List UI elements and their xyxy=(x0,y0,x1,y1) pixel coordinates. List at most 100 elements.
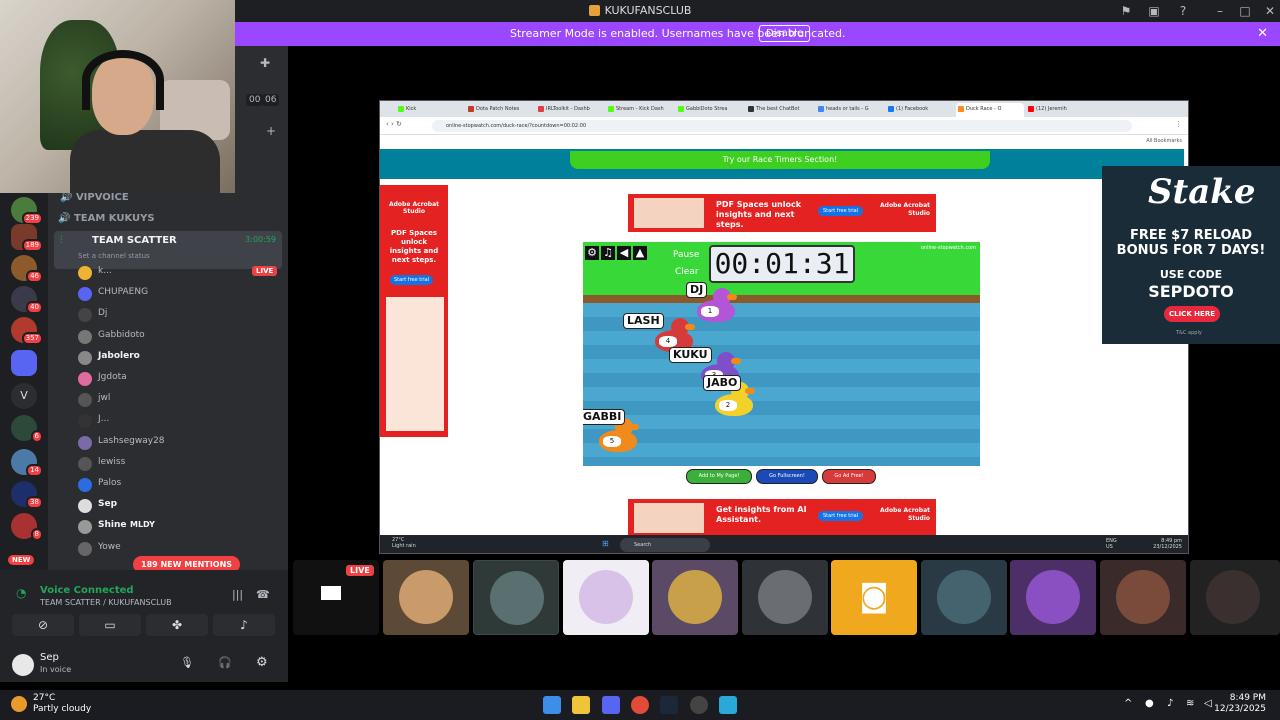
participant-tile[interactable] xyxy=(383,560,469,635)
windows-start-icon[interactable] xyxy=(543,696,561,714)
game-action-button[interactable]: Go Ad Free! xyxy=(822,469,876,484)
windows-start-icon[interactable]: ⊞ xyxy=(602,539,609,548)
browser-tab[interactable]: The best ChatBot xyxy=(746,103,814,117)
clear-button[interactable]: Clear xyxy=(675,267,699,277)
weather-widget[interactable]: 27°C Partly cloudy xyxy=(33,693,91,715)
notepad-icon[interactable] xyxy=(719,696,737,714)
bottom-ad-banner[interactable]: Get insights from AI Assistant. Start fr… xyxy=(628,499,936,537)
voice-member[interactable]: lewiss xyxy=(78,455,288,473)
server-icon-8[interactable]: 38 xyxy=(11,481,43,509)
voice-member[interactable]: k... LIVE xyxy=(78,264,288,282)
server-icon-3[interactable]: 46 xyxy=(11,255,43,283)
tray-overflow-icon[interactable]: ^ xyxy=(1124,698,1132,709)
screen-share-button[interactable]: ▭ xyxy=(79,614,141,636)
help-icon[interactable]: ? xyxy=(1175,3,1191,19)
participant-tile[interactable] xyxy=(742,560,828,635)
voice-server-label[interactable]: TEAM SCATTER / KUKUFANSCLUB xyxy=(40,598,172,607)
voice-member[interactable]: Jabolero xyxy=(78,349,288,367)
sound-icon[interactable]: ◀ xyxy=(617,246,631,260)
voice-member[interactable]: Shine MLDY xyxy=(78,518,288,536)
activities-button[interactable]: ✤ xyxy=(146,614,208,636)
add-friend-icon[interactable]: ✚ xyxy=(260,56,270,70)
new-servers-badge[interactable]: NEW xyxy=(8,555,35,565)
browser-tab[interactable]: Kick xyxy=(396,103,464,117)
screen-share-icon[interactable]: ▣ xyxy=(1146,3,1162,19)
alarm-icon[interactable]: ▲ xyxy=(633,246,647,260)
server-icon-2[interactable]: 189 xyxy=(11,224,43,252)
participant-tile[interactable] xyxy=(1190,560,1280,635)
voice-member[interactable]: Yowe xyxy=(78,540,288,558)
headset-icon[interactable]: 🎧 xyxy=(218,656,232,669)
browser-tab[interactable]: Duck Race - O xyxy=(956,103,1024,117)
tray-mic-icon[interactable]: ♪ xyxy=(1167,698,1173,709)
server-icon-9[interactable]: 8 xyxy=(11,513,43,541)
participant-tile[interactable] xyxy=(473,560,559,635)
discord-app-icon[interactable] xyxy=(602,696,620,714)
microphone-icon[interactable]: 🎙 xyxy=(180,656,194,669)
camera-button[interactable]: ⊘ xyxy=(12,614,74,636)
browser-tab[interactable]: IRLToolkit - Dashb xyxy=(536,103,604,117)
stake-ad[interactable]: Stake FREE $7 RELOAD BONUS FOR 7 DAYS! U… xyxy=(1102,166,1280,344)
voice-member[interactable]: Jgdota xyxy=(78,370,288,388)
participant-tile[interactable] xyxy=(652,560,738,635)
voice-connected-label[interactable]: Voice Connected xyxy=(40,585,134,596)
participant-tile[interactable] xyxy=(1010,560,1096,635)
banner-close-icon[interactable]: ✕ xyxy=(1257,26,1268,41)
file-explorer-icon[interactable] xyxy=(572,696,590,714)
channel-team-kukuys[interactable]: 🔊 TEAM KUKUYS xyxy=(58,213,155,224)
voice-member[interactable]: Palos xyxy=(78,476,288,494)
side-ad[interactable]: Adobe Acrobat Studio PDF Spaces unlock i… xyxy=(380,185,448,437)
server-icon-1[interactable]: 239 xyxy=(11,197,43,225)
race-timers-button[interactable]: Try our Race Timers Section! xyxy=(570,151,990,169)
disconnect-icon[interactable]: ☎ xyxy=(256,588,270,601)
server-icon-4[interactable]: 40 xyxy=(11,286,43,314)
noise-suppression-icon[interactable]: ||| xyxy=(232,588,243,601)
maximize-icon[interactable]: □ xyxy=(1237,3,1253,19)
game-action-button[interactable]: Add to My Page! xyxy=(686,469,752,484)
voice-member[interactable]: Sep xyxy=(78,497,288,515)
obs-icon[interactable] xyxy=(690,696,708,714)
top-ad-banner[interactable]: PDF Spaces unlock insights and next step… xyxy=(628,194,936,232)
voice-member[interactable]: jwl xyxy=(78,391,288,409)
add-channel-icon[interactable]: + xyxy=(266,124,276,138)
game-action-button[interactable]: Go Fullscreen! xyxy=(756,469,818,484)
server-icon-5[interactable]: 357 xyxy=(11,317,43,345)
server-icon-6[interactable]: 6 xyxy=(11,415,43,443)
participant-tile[interactable]: ◙ xyxy=(831,560,917,635)
browser-tab[interactable]: heads or tails - G xyxy=(816,103,884,117)
participant-tile[interactable] xyxy=(1100,560,1186,635)
avatar[interactable] xyxy=(12,654,34,676)
tray-app-icon[interactable]: ● xyxy=(1145,698,1154,709)
discord-bot-server-icon[interactable] xyxy=(11,350,37,376)
browser-menu-icon[interactable]: ⋮ xyxy=(1175,120,1182,128)
browser-tab[interactable]: Dota Patch Notes xyxy=(466,103,534,117)
all-bookmarks[interactable]: All Bookmarks xyxy=(1146,138,1182,144)
server-icon-v[interactable]: V xyxy=(11,383,37,409)
nav-back-forward-icon[interactable]: ‹ › ↻ xyxy=(386,120,402,128)
channel-status[interactable]: Set a channel status xyxy=(78,252,150,260)
pause-button[interactable]: Pause xyxy=(673,250,699,260)
voice-member[interactable]: CHUPAENG xyxy=(78,285,288,303)
chrome-icon[interactable] xyxy=(631,696,649,714)
music-icon[interactable]: ♫ xyxy=(601,246,615,260)
remote-search[interactable]: Search xyxy=(620,538,710,552)
minimize-icon[interactable]: – xyxy=(1212,3,1228,19)
settings-gear-icon[interactable]: ⚙ xyxy=(585,246,599,260)
url-field[interactable]: online-stopwatch.com/duck-race/?countdow… xyxy=(432,120,1132,132)
bottom-ad-cta[interactable]: Start free trial xyxy=(818,511,864,521)
voice-member[interactable]: Lashsegway28 xyxy=(78,434,288,452)
browser-tab[interactable]: (1) Facebook xyxy=(886,103,954,117)
top-ad-cta[interactable]: Start free trial xyxy=(818,206,864,216)
disable-button[interactable]: Disable xyxy=(759,25,811,42)
browser-tab[interactable]: (12) Jeremih xyxy=(1026,103,1094,117)
side-ad-cta[interactable]: Start free trial xyxy=(390,275,434,285)
browser-tab[interactable]: Stream - Kick Dash xyxy=(606,103,674,117)
inbox-flag-icon[interactable]: ⚑ xyxy=(1118,3,1134,19)
server-icon-7[interactable]: 14 xyxy=(11,449,43,477)
voice-member[interactable]: Dj xyxy=(78,306,288,324)
stake-cta-button[interactable]: CLICK HERE xyxy=(1164,306,1220,322)
voice-member[interactable]: Gabbidoto xyxy=(78,328,288,346)
volume-icon[interactable]: ◁ xyxy=(1204,698,1212,709)
close-icon[interactable]: ✕ xyxy=(1262,3,1278,19)
steam-icon[interactable] xyxy=(660,696,678,714)
